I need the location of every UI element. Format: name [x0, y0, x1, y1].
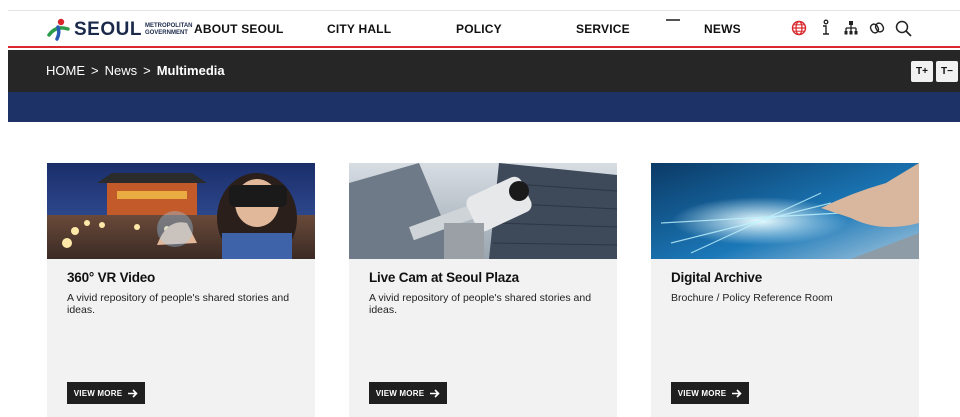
top-navigation: SEOUL METROPOLITAN GOVERNMENT ABOUT SEOU…	[8, 10, 960, 48]
view-more-label: VIEW MORE	[375, 388, 425, 398]
breadcrumb-separator: >	[91, 63, 99, 78]
nav-news[interactable]: NEWS	[704, 22, 741, 36]
nav-city-hall[interactable]: CITY HALL	[327, 22, 391, 36]
breadcrumb-current: Multimedia	[156, 63, 225, 78]
logo-text: SEOUL	[74, 19, 142, 40]
seoul-logo-icon	[47, 18, 70, 41]
logo-subtext: METROPOLITAN GOVERNMENT	[145, 23, 193, 37]
view-more-button[interactable]: VIEW MORE	[671, 382, 749, 404]
arrow-right-icon	[430, 388, 440, 398]
breadcrumb-home[interactable]: HOME	[46, 63, 85, 78]
view-more-label: VIEW MORE	[73, 388, 123, 398]
card-digital-archive[interactable]: Digital Archive Brochure / Policy Refere…	[651, 163, 919, 417]
globe-icon[interactable]	[790, 19, 808, 37]
view-more-button[interactable]: VIEW MORE	[67, 382, 145, 404]
card-title[interactable]: Digital Archive	[671, 270, 762, 285]
card-live-cam[interactable]: Live Cam at Seoul Plaza A vivid reposito…	[349, 163, 617, 417]
site-logo[interactable]: SEOUL METROPOLITAN GOVERNMENT	[46, 17, 193, 43]
nav-service[interactable]: SERVICE	[576, 22, 630, 36]
card-title[interactable]: Live Cam at Seoul Plaza	[369, 270, 519, 285]
breadcrumb: HOME > News > Multimedia	[46, 63, 225, 78]
font-increase-button[interactable]: T+	[911, 61, 933, 82]
card-description: Brochure / Policy Reference Room	[671, 292, 833, 304]
nav-policy[interactable]: POLICY	[456, 22, 502, 36]
card-vr-video[interactable]: 360° VR Video A vivid repository of peop…	[47, 163, 315, 417]
arrow-right-icon	[732, 388, 742, 398]
digital-archive-image	[651, 163, 919, 259]
info-icon[interactable]	[816, 19, 834, 37]
card-description: A vivid repository of people's shared st…	[67, 292, 290, 316]
card-title[interactable]: 360° VR Video	[67, 270, 155, 285]
breadcrumb-news[interactable]: News	[105, 63, 138, 78]
logo-sub-line-1: METROPOLITAN	[144, 23, 193, 29]
live-cam-image	[349, 163, 617, 259]
view-more-button[interactable]: VIEW MORE	[369, 382, 447, 404]
breadcrumb-separator: >	[143, 63, 151, 78]
breadcrumb-bar: HOME > News > Multimedia T+ T−	[8, 50, 960, 92]
arrow-right-icon	[128, 388, 138, 398]
font-decrease-button[interactable]: T−	[936, 61, 958, 82]
link-icon[interactable]	[868, 19, 886, 37]
nav-about-seoul[interactable]: ABOUT SEOUL	[194, 22, 284, 36]
font-size-controls: T+ T−	[911, 61, 958, 82]
vr-video-image	[47, 163, 315, 259]
header-tools	[790, 19, 912, 37]
logo-sub-line-2: GOVERNMENT	[144, 30, 188, 36]
sitemap-icon[interactable]	[842, 19, 860, 37]
card-description: A vivid repository of people's shared st…	[369, 292, 592, 316]
view-more-label: VIEW MORE	[677, 388, 727, 398]
page-banner	[8, 92, 960, 122]
search-icon[interactable]	[894, 19, 912, 37]
tab-indicator	[666, 19, 680, 21]
